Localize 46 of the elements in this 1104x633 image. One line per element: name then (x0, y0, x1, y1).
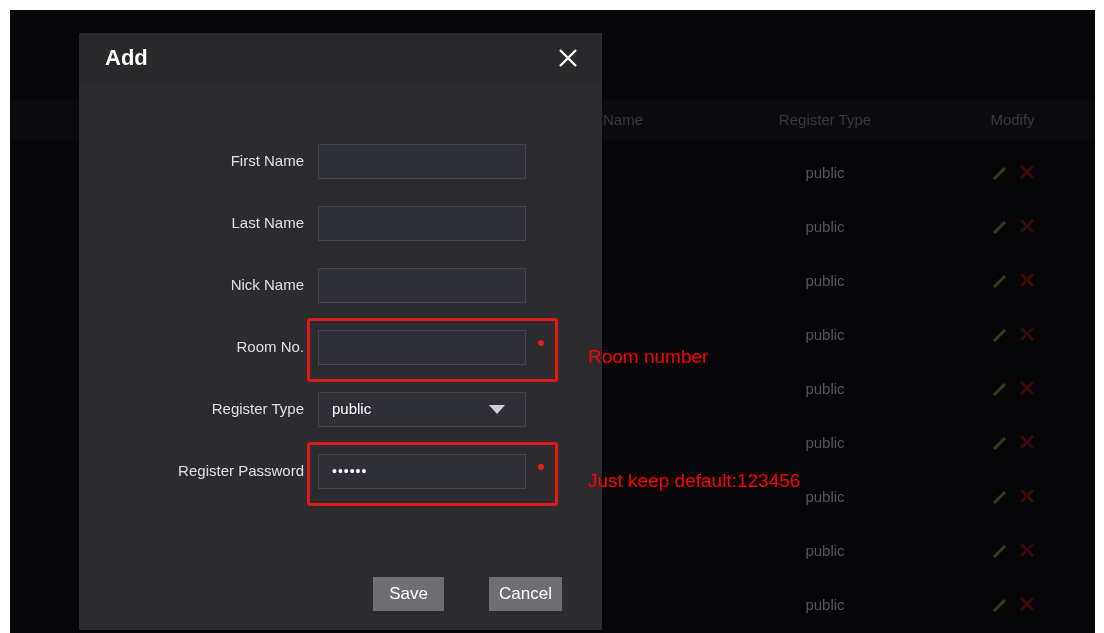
pencil-icon[interactable] (990, 380, 1009, 398)
pencil-icon[interactable] (990, 434, 1009, 452)
field-label: First Name (229, 151, 304, 172)
dropdown-caret-icon (489, 405, 505, 414)
table-cell-text: public (804, 324, 846, 345)
save-button[interactable]: Save (373, 577, 444, 611)
pencil-icon[interactable] (990, 272, 1009, 290)
delete-icon[interactable] (1018, 164, 1035, 180)
delete-icon[interactable] (1018, 272, 1035, 288)
cancel-button[interactable]: Cancel (489, 577, 562, 611)
field-label: Register Password (177, 461, 304, 482)
delete-icon[interactable] (1018, 542, 1035, 558)
pencil-icon[interactable] (990, 488, 1009, 506)
pencil-icon[interactable] (990, 326, 1009, 344)
field-label: Room No. (235, 337, 304, 358)
input-field[interactable] (318, 268, 526, 303)
annotation-note: Room number (588, 345, 709, 369)
pencil-icon[interactable] (990, 542, 1009, 560)
field-label: Last Name (230, 213, 304, 234)
pencil-icon[interactable] (990, 596, 1009, 614)
password-field[interactable]: •••••• (318, 454, 526, 489)
annotation-note: Just keep default:123456 (588, 469, 801, 493)
field-label: Nick Name (229, 275, 304, 296)
table-cell-text: public (804, 594, 846, 615)
table-cell-text: public (804, 378, 846, 399)
delete-icon[interactable] (1018, 596, 1035, 612)
input-field[interactable] (318, 206, 526, 241)
table-cell-text: public (804, 486, 846, 507)
dialog-title: Add (105, 44, 148, 72)
pencil-icon[interactable] (990, 164, 1009, 182)
register-type-dropdown[interactable]: public (318, 392, 526, 427)
close-icon[interactable] (558, 47, 578, 68)
delete-icon[interactable] (1018, 488, 1035, 504)
table-cell-text: public (804, 540, 846, 561)
delete-icon[interactable] (1018, 434, 1035, 450)
table-cell-text: public (804, 270, 846, 291)
delete-icon[interactable] (1018, 326, 1035, 342)
table-cell-text: public (804, 216, 846, 237)
table-cell-text: public (804, 162, 846, 183)
input-field[interactable] (318, 330, 526, 365)
delete-icon[interactable] (1018, 218, 1035, 234)
delete-icon[interactable] (1018, 380, 1035, 396)
pencil-icon[interactable] (990, 218, 1009, 236)
input-field[interactable] (318, 144, 526, 179)
table-cell-text: public (804, 432, 846, 453)
field-label: Register Type (210, 399, 304, 420)
